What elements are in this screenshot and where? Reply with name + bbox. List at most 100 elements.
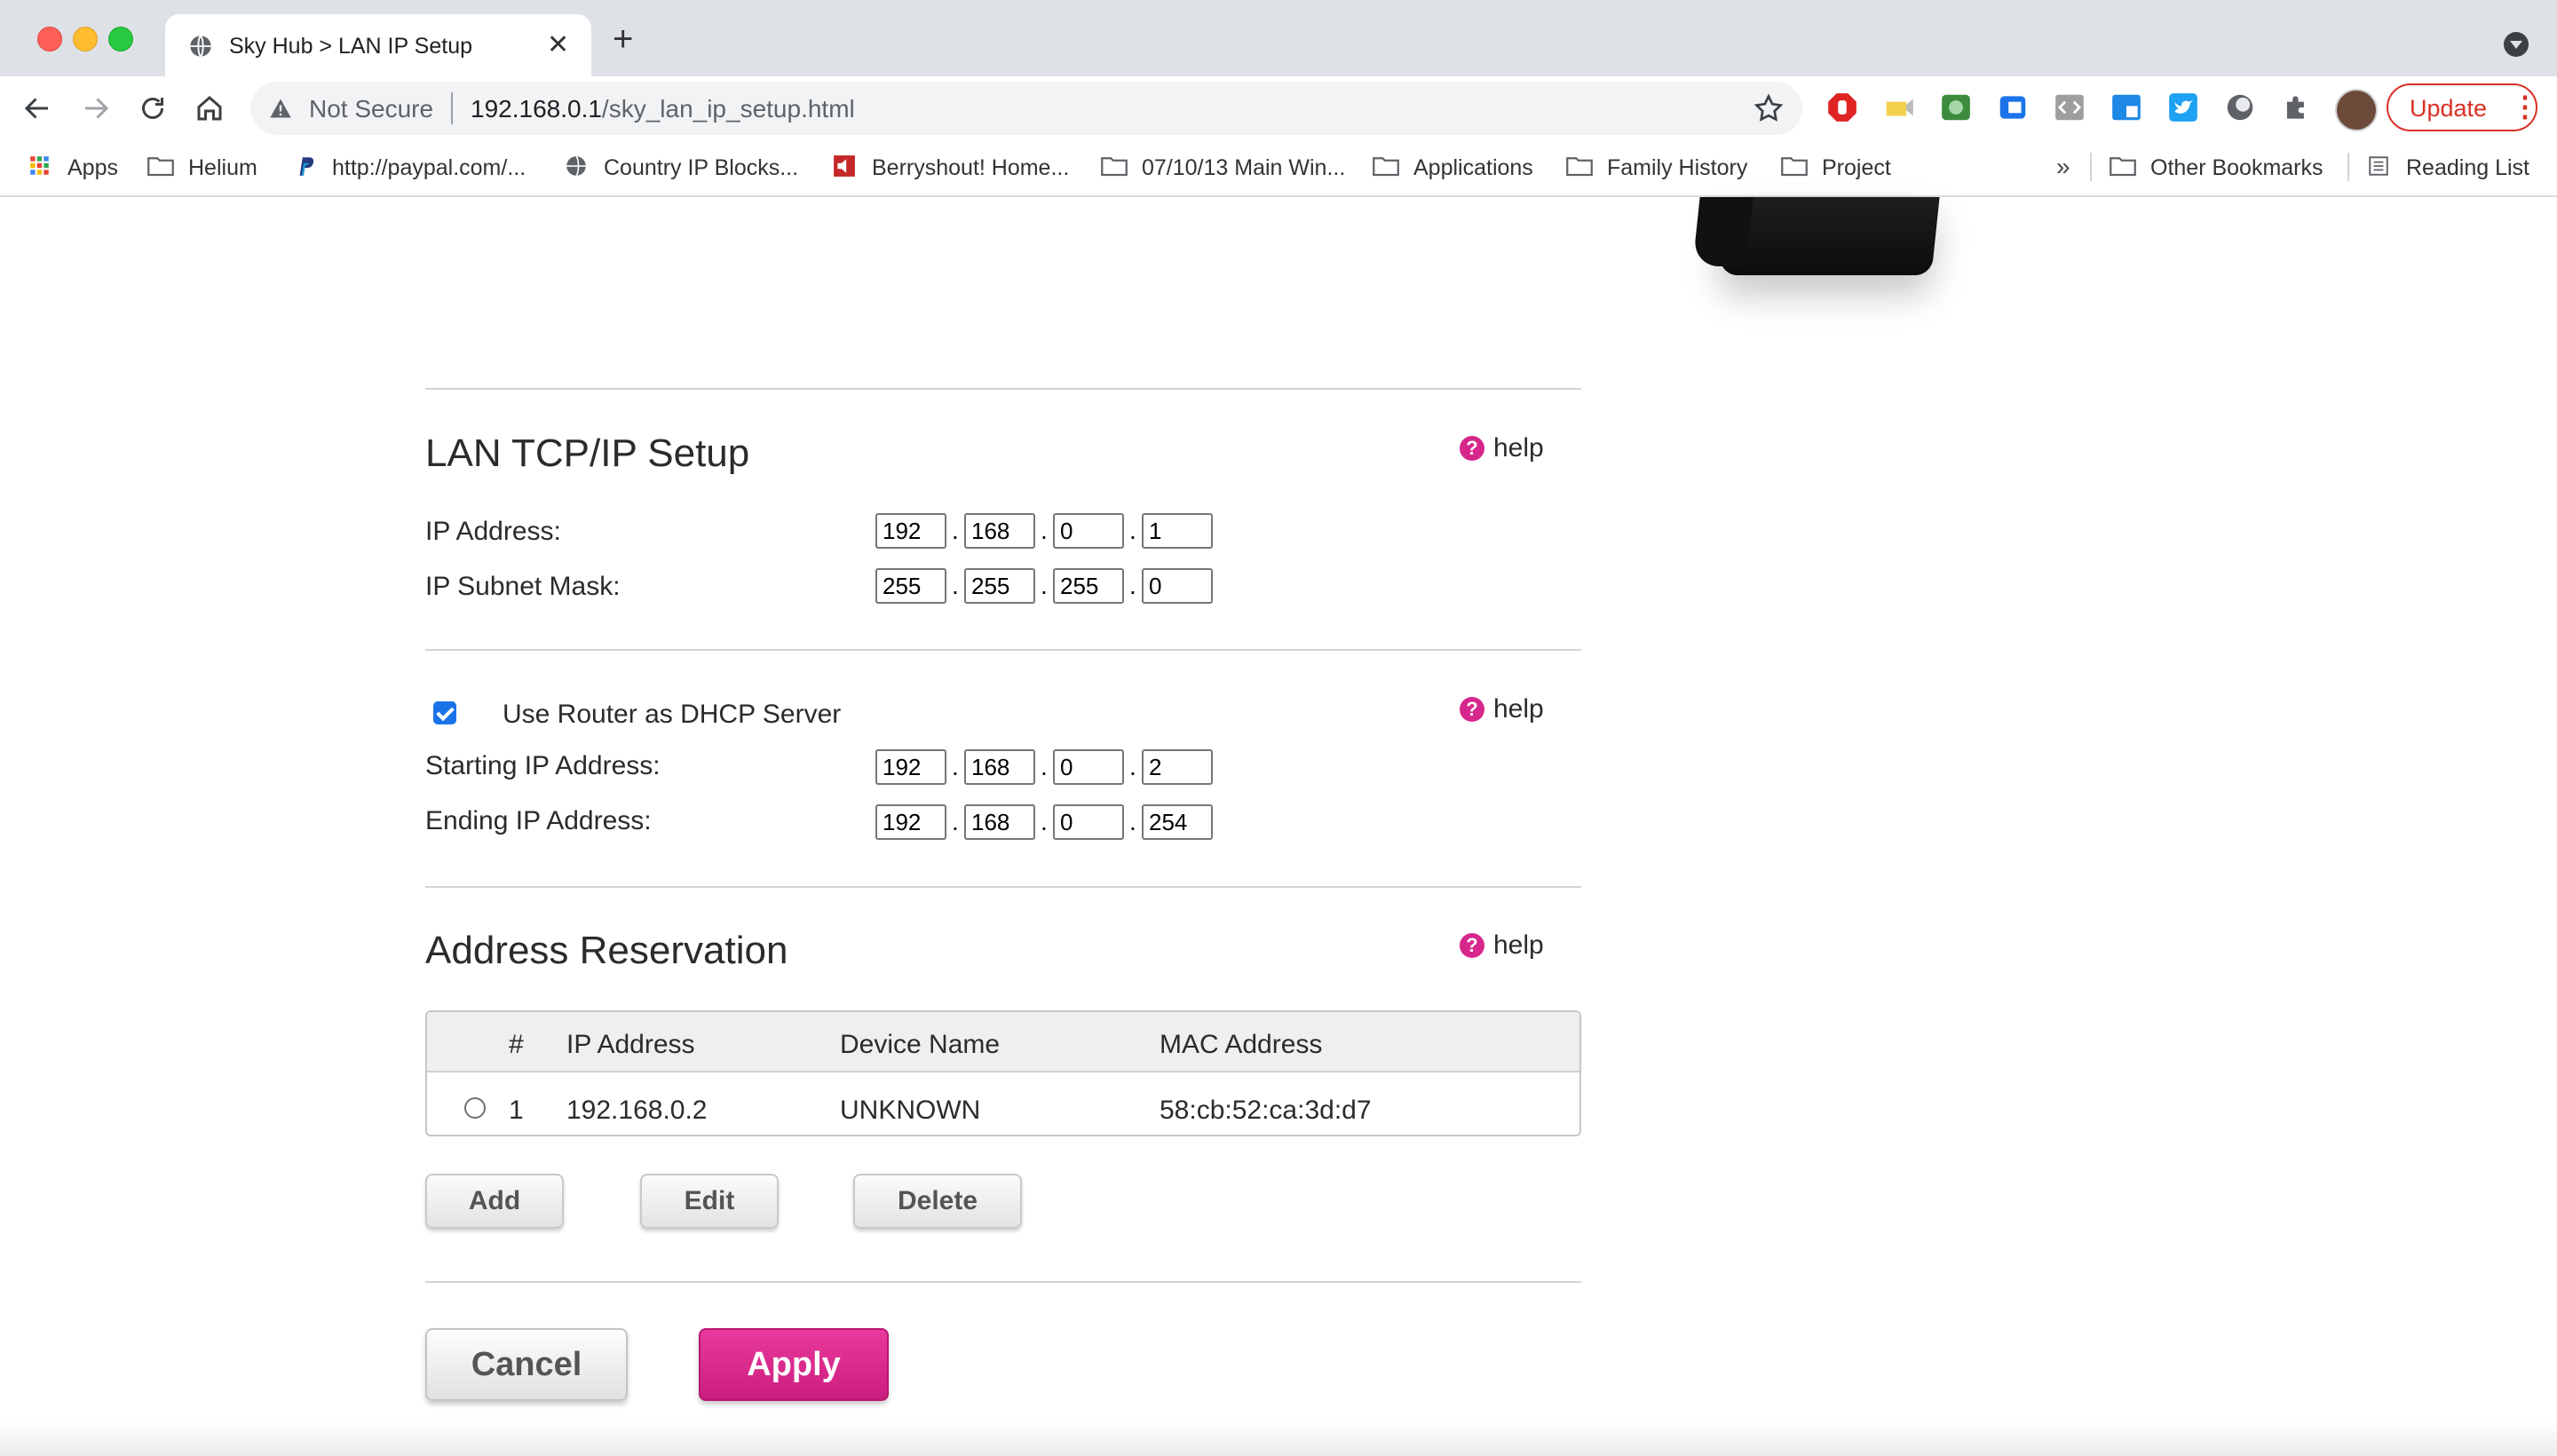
- warning-triangle-icon[interactable]: [268, 96, 293, 121]
- add-button[interactable]: Add: [425, 1174, 564, 1229]
- lan-setup-title: LAN TCP/IP Setup: [425, 431, 750, 475]
- octet-separator: .: [1129, 753, 1136, 780]
- more-menu-icon[interactable]: ⋮: [2511, 89, 2539, 124]
- bookmark-star-icon[interactable]: [1753, 92, 1785, 124]
- code-extension-icon[interactable]: [2053, 91, 2086, 124]
- ip-octet-1[interactable]: [875, 513, 946, 549]
- folder-icon: [1373, 157, 1399, 177]
- bird-extension-icon[interactable]: [2166, 91, 2200, 124]
- help-question-icon: ?: [1460, 697, 1484, 722]
- back-arrow-icon[interactable]: [21, 92, 53, 124]
- subnet-octet-3[interactable]: [1053, 568, 1124, 604]
- octet-separator: .: [1129, 517, 1136, 544]
- folder-icon: [1781, 157, 1808, 177]
- row-ip-address: 192.168.0.2: [566, 1096, 708, 1125]
- bookmarks-overflow-chevron[interactable]: »: [2056, 153, 2070, 181]
- end-octet-4[interactable]: [1142, 804, 1213, 840]
- window-layout-extension-icon[interactable]: [2110, 91, 2143, 124]
- octet-separator: .: [952, 517, 959, 544]
- start-octet-1[interactable]: [875, 749, 946, 785]
- octet-separator: .: [1041, 572, 1048, 599]
- starting-ip-label: Starting IP Address:: [425, 751, 661, 780]
- window-close-button[interactable]: [37, 27, 62, 51]
- ip-octet-3[interactable]: [1053, 513, 1124, 549]
- bookmark-label: Apps: [67, 155, 118, 180]
- subnet-octet-2[interactable]: [964, 568, 1035, 604]
- row-device-name: UNKNOWN: [840, 1096, 981, 1125]
- folder-icon: [1566, 157, 1593, 177]
- ip-octet-2[interactable]: [964, 513, 1035, 549]
- bookmark-label: Country IP Blocks...: [604, 155, 799, 180]
- globe-icon: [566, 155, 586, 177]
- globe-icon: [190, 35, 211, 58]
- home-icon[interactable]: [194, 92, 226, 124]
- row-select-radio[interactable]: [464, 1097, 486, 1119]
- edit-button[interactable]: Edit: [640, 1174, 779, 1229]
- bookmark-label: Applications: [1413, 155, 1533, 180]
- folder-icon: [147, 157, 174, 177]
- profile-avatar[interactable]: [2335, 89, 2378, 131]
- bookmarks-divider: [2347, 153, 2349, 181]
- reading-list-icon: [2369, 156, 2388, 176]
- active-tab[interactable]: Sky Hub > LAN IP Setup ✕: [165, 14, 591, 76]
- help-question-icon: ?: [1460, 436, 1484, 461]
- cancel-button[interactable]: Cancel: [425, 1328, 628, 1401]
- update-browser-button[interactable]: Update ⋮: [2387, 83, 2539, 131]
- octet-separator: .: [1041, 808, 1048, 835]
- close-tab-icon[interactable]: ✕: [547, 30, 569, 60]
- highlighter-extension-icon[interactable]: [1882, 91, 1916, 124]
- circle-extension-icon[interactable]: [2223, 91, 2257, 124]
- end-octet-3[interactable]: [1053, 804, 1124, 840]
- octet-separator: .: [1129, 572, 1136, 599]
- new-tab-button[interactable]: +: [613, 21, 633, 57]
- bookmark-label: 07/10/13 Main Win...: [1142, 155, 1346, 180]
- apply-button[interactable]: Apply: [699, 1328, 889, 1401]
- bookmark-label: Berryshout! Home...: [872, 155, 1070, 180]
- screenshot-extension-icon[interactable]: [1939, 91, 1973, 124]
- forward-arrow-icon[interactable]: [80, 92, 112, 124]
- ip-octet-4[interactable]: [1142, 513, 1213, 549]
- octet-separator: .: [1041, 753, 1048, 780]
- end-octet-1[interactable]: [875, 804, 946, 840]
- dhcp-server-checkbox[interactable]: [433, 701, 456, 724]
- bookmarks-bar: Apps Helium http://paypal.com/... Countr…: [0, 140, 2557, 197]
- stop-sign-extension-icon[interactable]: [1825, 91, 1859, 124]
- start-octet-3[interactable]: [1053, 749, 1124, 785]
- reload-icon[interactable]: [137, 92, 169, 124]
- browser-tab-strip: Sky Hub > LAN IP Setup ✕ +: [0, 0, 2557, 76]
- address-bar[interactable]: Not Secure 192.168.0.1/sky_lan_ip_setup.…: [250, 82, 1802, 135]
- tab-title: Sky Hub > LAN IP Setup: [229, 34, 472, 59]
- address-reservation-title: Address Reservation: [425, 929, 788, 972]
- window-bottom-shadow: [0, 1420, 2557, 1456]
- octet-separator: .: [952, 808, 959, 835]
- folder-icon: [2110, 157, 2136, 177]
- start-octet-2[interactable]: [964, 749, 1035, 785]
- reservation-table: # IP Address Device Name MAC Address 1 1…: [425, 1010, 1581, 1136]
- help-question-icon: ?: [1460, 933, 1484, 958]
- subnet-octet-4[interactable]: [1142, 568, 1213, 604]
- update-label: Update: [2410, 95, 2488, 122]
- translate-extension-icon[interactable]: [1996, 91, 2030, 124]
- tab-search-button[interactable]: [2504, 32, 2529, 57]
- paypal-icon: [299, 157, 314, 177]
- help-label: help: [1493, 930, 1544, 960]
- subnet-octet-1[interactable]: [875, 568, 946, 604]
- url-host: 192.168.0.1: [471, 95, 602, 123]
- berryshout-icon: [834, 155, 855, 177]
- window-minimize-button[interactable]: [73, 27, 98, 51]
- other-bookmarks-label: Other Bookmarks: [2150, 155, 2323, 180]
- octet-separator: .: [1129, 808, 1136, 835]
- section-divider: [425, 1281, 1581, 1283]
- start-octet-4[interactable]: [1142, 749, 1213, 785]
- puzzle-extensions-icon[interactable]: [2280, 91, 2314, 124]
- ip-address-label: IP Address:: [425, 517, 561, 546]
- window-zoom-button[interactable]: [108, 27, 133, 51]
- bookmark-label: http://paypal.com/...: [332, 155, 526, 180]
- delete-button[interactable]: Delete: [853, 1174, 1022, 1229]
- ending-ip-label: Ending IP Address:: [425, 806, 652, 835]
- section-divider: [425, 388, 1581, 390]
- octet-separator: .: [952, 753, 959, 780]
- bookmarks-divider: [2090, 153, 2092, 181]
- url-text: 192.168.0.1/sky_lan_ip_setup.html: [471, 95, 855, 123]
- end-octet-2[interactable]: [964, 804, 1035, 840]
